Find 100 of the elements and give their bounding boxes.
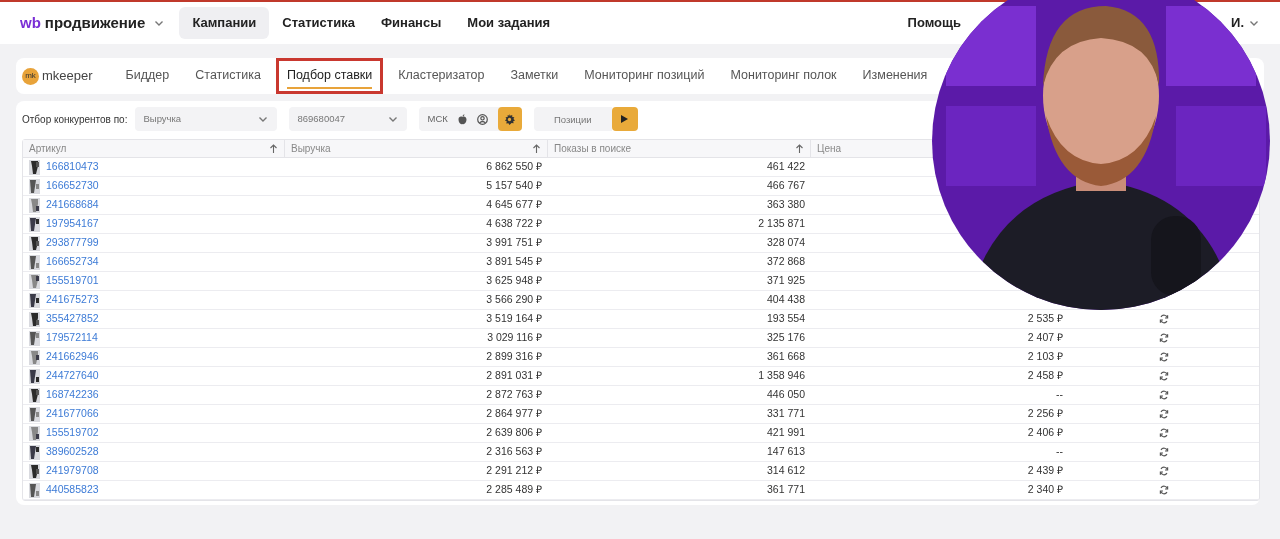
- article-link[interactable]: 241677066: [46, 406, 99, 422]
- revenue-cell-text: 2 316 563 ₽: [485, 444, 543, 460]
- article-link[interactable]: 155519701: [46, 273, 99, 289]
- impressions-cell-text: 2 135 871: [757, 216, 806, 232]
- user-name[interactable]: И.: [1231, 13, 1244, 33]
- revenue-cell-text: 2 891 031 ₽: [485, 368, 543, 384]
- impressions-cell-text: 314 612: [766, 463, 806, 479]
- nav-tab[interactable]: Финансы: [367, 7, 455, 39]
- refresh-icon[interactable]: [1159, 447, 1169, 457]
- revenue-cell-text: 2 899 316 ₽: [485, 349, 543, 365]
- price-cell-text: 2 256 ₽: [1026, 406, 1064, 422]
- revenue-cell-text: 3 566 290 ₽: [485, 292, 543, 308]
- refresh-icon[interactable]: [1159, 428, 1169, 438]
- impressions-cell-text: 328 074: [766, 235, 806, 251]
- mkeeper-logo-icon: mk: [22, 67, 39, 85]
- tool-tab[interactable]: Мониторинг полок: [719, 58, 848, 94]
- revenue-cell-text: 3 029 116 ₽: [486, 330, 543, 346]
- article-link[interactable]: 293877799: [46, 235, 99, 251]
- refresh-icon[interactable]: [1159, 371, 1169, 381]
- price-cell-text: --: [1055, 387, 1064, 403]
- tool-tab[interactable]: Кластеризатор: [387, 58, 496, 94]
- column-header[interactable]: Выручка: [291, 141, 331, 156]
- article-link[interactable]: 244727640: [46, 368, 99, 384]
- tool-tab[interactable]: Изменения: [851, 58, 939, 94]
- price-cell-text: 2 406 ₽: [1026, 425, 1064, 441]
- refresh-icon[interactable]: [1159, 352, 1169, 362]
- revenue-cell-text: 2 639 806 ₽: [485, 425, 543, 441]
- revenue-cell-text: 2 872 763 ₽: [485, 387, 543, 403]
- article-link[interactable]: 241668684: [46, 197, 99, 213]
- revenue-cell-text: 4 638 722 ₽: [485, 216, 543, 232]
- refresh-icon[interactable]: [1159, 466, 1169, 476]
- article-link[interactable]: 155519702: [46, 425, 99, 441]
- column-header[interactable]: Артикул: [29, 141, 67, 156]
- article-link[interactable]: 241662946: [46, 349, 99, 365]
- metric-select[interactable]: Выручка: [135, 107, 278, 131]
- article-link[interactable]: 166652730: [46, 178, 99, 194]
- price-cell-text: --: [1055, 444, 1064, 460]
- impressions-cell-text: 363 380: [766, 197, 806, 213]
- revenue-cell-text: 5 157 540 ₽: [485, 178, 543, 194]
- revenue-cell-text: 3 519 164 ₽: [485, 311, 543, 327]
- article-link[interactable]: 389602528: [46, 444, 99, 460]
- impressions-cell-text: 1 358 946: [757, 368, 806, 384]
- impressions-cell-text: 421 991: [766, 425, 806, 441]
- tool-tab[interactable]: Статистика: [184, 58, 272, 94]
- article-link[interactable]: 440585823: [46, 482, 99, 498]
- revenue-cell-text: 2 291 212 ₽: [485, 463, 543, 479]
- article-link[interactable]: 179572114: [46, 330, 98, 346]
- filter-label: Отбор конкурентов по:: [22, 112, 128, 127]
- positions-field[interactable]: Позиции: [533, 107, 612, 131]
- revenue-cell-text: 3 891 545 ₽: [485, 254, 543, 270]
- region-label[interactable]: МСК: [427, 111, 448, 127]
- article-link[interactable]: 166810473: [46, 159, 99, 175]
- article-select[interactable]: 869680047: [289, 107, 408, 131]
- revenue-cell-text: 2 285 489 ₽: [485, 482, 543, 498]
- refresh-icon[interactable]: [1159, 333, 1169, 343]
- price-cell-text: 2 458 ₽: [1026, 368, 1064, 384]
- user-icon[interactable]: [476, 113, 488, 125]
- impressions-cell-text: 461 422: [766, 159, 806, 175]
- revenue-cell-text: 3 625 948 ₽: [485, 273, 543, 289]
- refresh-icon[interactable]: [1159, 409, 1169, 419]
- impressions-cell-text: 371 925: [766, 273, 806, 289]
- article-link[interactable]: 241979708: [46, 463, 99, 479]
- article-link[interactable]: 241675273: [46, 292, 99, 308]
- help-link[interactable]: Помощь: [907, 13, 962, 33]
- refresh-icon[interactable]: [1159, 314, 1169, 324]
- play-button[interactable]: [611, 107, 638, 131]
- sort-arrow-icon[interactable]: [795, 143, 804, 154]
- impressions-cell-text: 193 554: [766, 311, 806, 327]
- article-link[interactable]: 168742236: [46, 387, 99, 403]
- revenue-cell-text: 6 862 550 ₽: [485, 159, 543, 175]
- article-link[interactable]: 355427852: [46, 311, 99, 327]
- sort-arrow-icon[interactable]: [269, 143, 278, 154]
- revenue-cell-text: 2 864 977 ₽: [485, 406, 543, 422]
- settings-button[interactable]: [497, 107, 522, 131]
- tool-tab[interactable]: Подбор ставки: [275, 58, 384, 94]
- nav-tab[interactable]: Мои задания: [454, 7, 564, 39]
- sort-arrow-icon[interactable]: [532, 143, 541, 154]
- price-cell-text: 2 340 ₽: [1026, 482, 1064, 498]
- logo-text: продвижение: [44, 12, 146, 33]
- column-header[interactable]: Показы в поиске: [554, 141, 632, 156]
- play-icon: [621, 115, 629, 123]
- impressions-cell-text: 372 868: [766, 254, 806, 270]
- refresh-icon[interactable]: [1159, 485, 1169, 495]
- impressions-cell-text: 361 668: [766, 349, 806, 365]
- impressions-cell-text: 404 438: [766, 292, 806, 308]
- tool-tab[interactable]: Заметки: [499, 58, 570, 94]
- apple-icon[interactable]: [457, 113, 467, 125]
- nav-tab[interactable]: Статистика: [269, 7, 368, 39]
- price-cell-text: 2 439 ₽: [1026, 463, 1064, 479]
- article-link[interactable]: 197954167: [46, 216, 99, 232]
- tool-tab[interactable]: Биддер: [114, 58, 181, 94]
- nav-tab[interactable]: Кампании: [179, 7, 270, 39]
- column-header[interactable]: Цена: [817, 141, 842, 156]
- article-link[interactable]: 166652734: [46, 254, 99, 270]
- logo-text: mkeeper: [42, 67, 93, 86]
- price-cell-text: 2 407 ₽: [1026, 330, 1064, 346]
- impressions-cell-text: 325 176: [766, 330, 806, 346]
- tool-tab[interactable]: Мониторинг позиций: [573, 58, 716, 94]
- refresh-icon[interactable]: [1159, 390, 1169, 400]
- logo-mark: wb: [20, 12, 41, 33]
